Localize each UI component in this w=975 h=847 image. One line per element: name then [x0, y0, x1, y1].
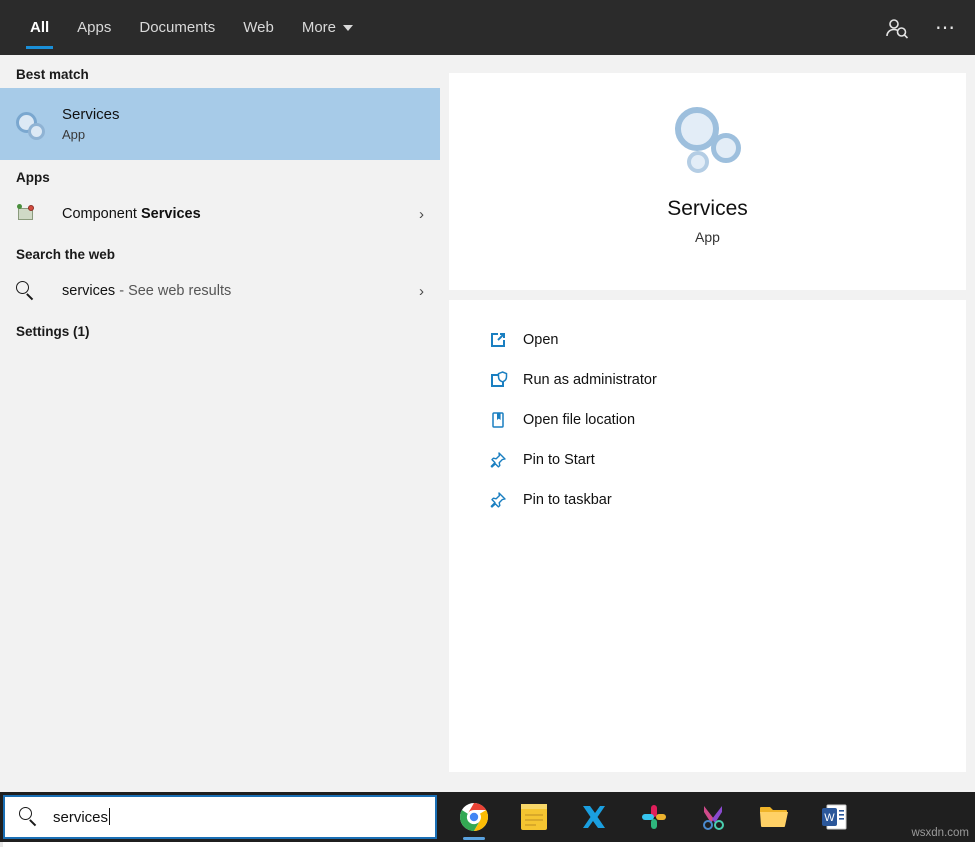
xsplit-icon[interactable]: [573, 792, 615, 842]
list-item-web-search[interactable]: services - See web results ›: [0, 268, 440, 314]
topbar-actions: ⋯: [885, 17, 975, 39]
services-gears-icon-large: [671, 105, 745, 179]
web-search-suffix: - See web results: [115, 283, 232, 299]
list-item-label: Component Services: [62, 206, 201, 222]
action-open[interactable]: Open: [449, 320, 966, 360]
running-indicator: [463, 837, 485, 840]
action-pin-to-start[interactable]: Pin to Start: [449, 440, 966, 480]
action-pin-to-taskbar[interactable]: Pin to taskbar: [449, 480, 966, 520]
search-input-value: services: [53, 808, 111, 826]
filter-tabs: All Apps Documents Web More: [0, 0, 367, 55]
search-icon: [19, 807, 39, 827]
chevron-right-icon[interactable]: ›: [419, 283, 424, 300]
ellipsis-icon[interactable]: ⋯: [933, 18, 959, 38]
search-results-panel: Best match Services App Apps Component S…: [0, 55, 975, 847]
tab-apps-label: Apps: [77, 19, 112, 36]
search-filter-bar: All Apps Documents Web More ⋯: [0, 0, 975, 55]
action-run-as-administrator[interactable]: Run as administrator: [449, 360, 966, 400]
folder-location-icon: [483, 410, 513, 430]
preview-app-subtitle: App: [695, 229, 720, 245]
chrome-icon[interactable]: [453, 792, 495, 842]
action-pin-to-taskbar-label: Pin to taskbar: [523, 492, 612, 508]
action-pin-to-start-label: Pin to Start: [523, 452, 595, 468]
tab-apps[interactable]: Apps: [63, 0, 125, 55]
chevron-down-icon: [343, 24, 354, 31]
preview-app-title: Services: [667, 197, 748, 220]
component-services-prefix: Component: [62, 206, 141, 222]
taskbar-icons: W: [445, 792, 855, 842]
search-input[interactable]: services: [3, 795, 437, 839]
web-search-label: services - See web results: [62, 283, 231, 299]
best-match-title: Services: [62, 106, 120, 123]
best-match-text: Services App: [62, 106, 120, 142]
tab-documents-label: Documents: [139, 19, 216, 36]
apps-heading: Apps: [16, 170, 50, 185]
best-match-subtitle: App: [62, 127, 86, 142]
chevron-right-icon[interactable]: ›: [419, 206, 424, 223]
list-item-component-services[interactable]: Component Services ›: [0, 191, 440, 237]
person-search-icon[interactable]: [885, 17, 911, 39]
tab-web[interactable]: Web: [229, 0, 288, 55]
slack-icon[interactable]: [633, 792, 675, 842]
component-services-icon: [16, 203, 62, 225]
pin-start-icon: [483, 450, 513, 470]
shield-run-icon: [483, 370, 513, 390]
text-caret: [109, 808, 111, 825]
sticky-notes-icon[interactable]: [513, 792, 555, 842]
best-match-heading: Best match: [16, 67, 89, 82]
preview-pane: Services App Open Run as administrator O…: [440, 55, 975, 792]
settings-heading: Settings (1): [16, 324, 90, 339]
search-the-web-heading: Search the web: [16, 247, 116, 262]
open-icon: [483, 330, 513, 350]
action-run-as-administrator-label: Run as administrator: [523, 372, 657, 388]
results-list-pane: Best match Services App Apps Component S…: [0, 55, 441, 792]
app-actions-list: Open Run as administrator Open file loca…: [449, 300, 966, 772]
action-open-file-location-label: Open file location: [523, 412, 636, 428]
word-icon[interactable]: W: [813, 792, 855, 842]
tab-more[interactable]: More: [288, 0, 367, 55]
source-watermark: wsxdn.com: [911, 827, 969, 839]
component-services-match: Services: [141, 206, 201, 222]
services-gears-icon: [16, 111, 62, 140]
file-explorer-icon[interactable]: [753, 792, 795, 842]
action-open-label: Open: [523, 332, 559, 348]
tab-all-label: All: [30, 19, 50, 36]
action-open-file-location[interactable]: Open file location: [449, 400, 966, 440]
ellipsis-glyph: ⋯: [935, 16, 957, 39]
web-search-query: services: [62, 283, 116, 299]
tab-all[interactable]: All: [16, 0, 63, 55]
svg-text:W: W: [824, 812, 835, 824]
pin-taskbar-icon: [483, 490, 513, 510]
snip-and-sketch-icon[interactable]: [693, 792, 735, 842]
search-input-text: services: [53, 809, 109, 826]
search-icon: [16, 281, 62, 301]
best-match-result-services[interactable]: Services App: [0, 88, 440, 160]
app-preview-card: Services App: [449, 73, 966, 290]
tab-web-label: Web: [243, 19, 274, 36]
tab-more-label: More: [301, 19, 337, 36]
tab-documents[interactable]: Documents: [125, 0, 229, 55]
